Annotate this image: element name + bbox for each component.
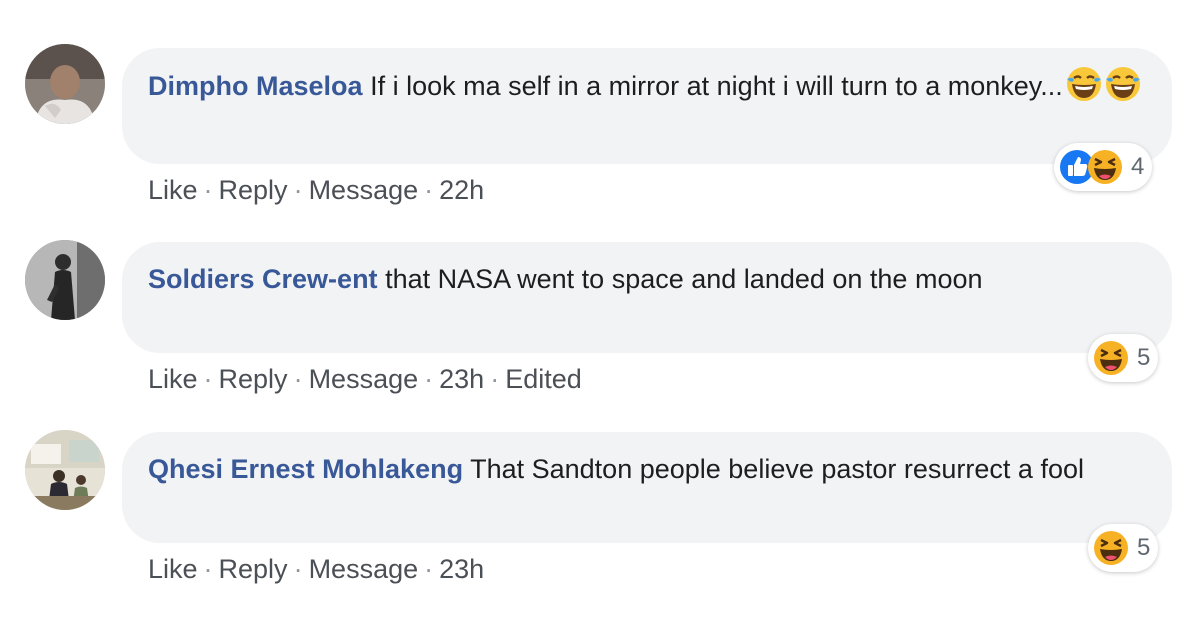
comment-text: that NASA went to space and landed on th…: [385, 264, 983, 294]
reactions-summary[interactable]: 5: [1088, 524, 1159, 572]
avatar[interactable]: [25, 44, 105, 124]
comment-actions: Like · Reply · Message · 23h · Edited: [148, 361, 582, 397]
separator-dot: ·: [203, 175, 213, 205]
face-with-tears-of-joy-icon: [1066, 67, 1101, 101]
comment-actions: Like · Reply · Message · 23h: [148, 551, 484, 587]
reply-link[interactable]: Reply: [219, 554, 288, 584]
timestamp-link[interactable]: 23h: [439, 364, 484, 394]
reactions-summary[interactable]: 4: [1054, 143, 1153, 191]
message-link[interactable]: Message: [309, 175, 419, 205]
separator-dot: ·: [293, 364, 303, 394]
separator-dot: ·: [424, 175, 434, 205]
reaction-count: 4: [1131, 153, 1145, 180]
like-link[interactable]: Like: [148, 554, 198, 584]
avatar-photo: [25, 430, 105, 510]
reply-link[interactable]: Reply: [219, 364, 288, 394]
separator-dot: ·: [424, 364, 434, 394]
comment-actions: Like · Reply · Message · 22h: [148, 172, 484, 208]
comment-bubble: Soldiers Crew-ent that NASA went to spac…: [122, 242, 1172, 353]
comment-bubble: Dimpho Maseloa If i look ma self in a mi…: [122, 48, 1172, 164]
like-link[interactable]: Like: [148, 175, 198, 205]
comment-text: That Sandton people believe pastor resur…: [470, 454, 1084, 484]
comment-author-link[interactable]: Dimpho Maseloa: [148, 71, 363, 101]
comment-bubble: Qhesi Ernest Mohlakeng That Sandton peop…: [122, 432, 1172, 543]
reaction-count: 5: [1137, 344, 1151, 371]
avatar[interactable]: [25, 240, 105, 320]
haha-icon: [1094, 531, 1128, 565]
comment-author-link[interactable]: Qhesi Ernest Mohlakeng: [148, 454, 463, 484]
message-link[interactable]: Message: [309, 554, 419, 584]
separator-dot: ·: [424, 554, 434, 584]
separator-dot: ·: [203, 554, 213, 584]
reaction-count: 5: [1137, 534, 1151, 561]
timestamp-link[interactable]: 23h: [439, 554, 484, 584]
comment-text: If i look ma self in a mirror at night i…: [370, 71, 1063, 101]
edited-label[interactable]: Edited: [505, 364, 582, 394]
avatar-photo: [25, 240, 105, 320]
reactions-summary[interactable]: 5: [1088, 334, 1159, 382]
haha-icon: [1088, 150, 1122, 184]
reply-link[interactable]: Reply: [219, 175, 288, 205]
separator-dot: ·: [293, 554, 303, 584]
face-with-tears-of-joy-icon: [1105, 67, 1140, 101]
separator-dot: ·: [293, 175, 303, 205]
avatar[interactable]: [25, 430, 105, 510]
like-link[interactable]: Like: [148, 364, 198, 394]
timestamp-link[interactable]: 22h: [439, 175, 484, 205]
separator-dot: ·: [490, 364, 500, 394]
haha-icon: [1094, 341, 1128, 375]
separator-dot: ·: [203, 364, 213, 394]
avatar-photo: [25, 44, 105, 124]
message-link[interactable]: Message: [309, 364, 419, 394]
comment-author-link[interactable]: Soldiers Crew-ent: [148, 264, 378, 294]
